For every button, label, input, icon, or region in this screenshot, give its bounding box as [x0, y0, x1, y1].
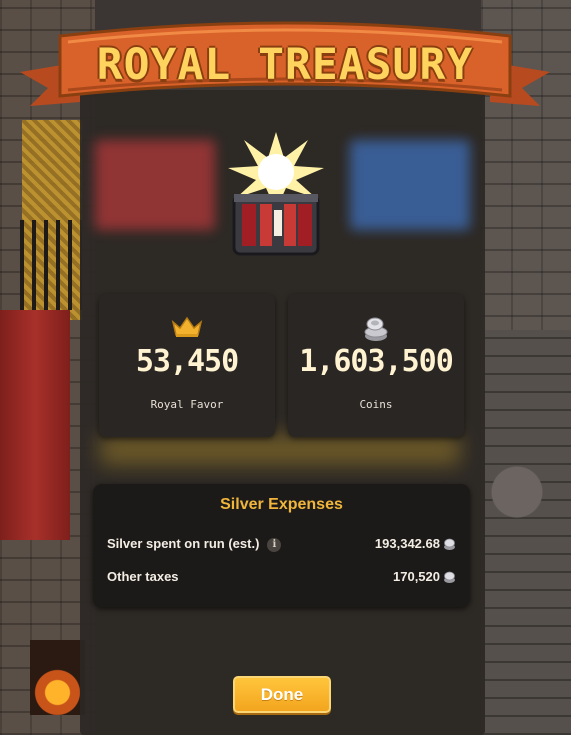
silver-coin-icon: [444, 538, 455, 550]
other-taxes-value: 170,520: [393, 569, 440, 584]
expense-row: Other taxes 170,520: [107, 569, 456, 589]
silver-expenses-box: Silver Expenses Silver spent on run (est…: [93, 484, 470, 607]
coins-card: 1,603,500 Coins: [288, 294, 464, 437]
silver-coin-icon: [444, 571, 455, 583]
stone-floor-right: [481, 330, 571, 735]
info-icon[interactable]: i: [267, 538, 282, 552]
royal-favor-label: Royal Favor: [150, 398, 224, 411]
other-taxes-label: Other taxes: [107, 569, 179, 584]
done-button[interactable]: Done: [233, 676, 331, 713]
fireplace: [30, 640, 85, 715]
royal-favor-value: 53,450: [135, 344, 239, 379]
crown-icon: [99, 316, 275, 342]
banner-title: ROYAL TREASURY: [96, 40, 474, 90]
silver-spent-value: 193,342.68: [374, 536, 440, 551]
expenses-title: Silver Expenses: [220, 496, 343, 513]
royal-favor-card: 53,450 Royal Favor: [99, 294, 275, 437]
silver-spent-label: Silver spent on run (est.): [107, 536, 260, 551]
title-banner: ROYAL TREASURY: [20, 14, 550, 114]
expense-row: Silver spent on run (est.) i 193,342.68: [107, 536, 456, 556]
red-carpet: [0, 310, 70, 540]
blurred-blue-tile: [350, 140, 470, 230]
coins-value: 1,603,500: [299, 344, 454, 379]
blurred-gold-glow: [100, 435, 460, 465]
treasure-chest-icon: [228, 132, 324, 256]
silver-coins-icon: [288, 316, 464, 342]
iron-fence: [20, 220, 82, 310]
blurred-red-tile: [95, 140, 215, 230]
coins-label: Coins: [359, 398, 393, 411]
